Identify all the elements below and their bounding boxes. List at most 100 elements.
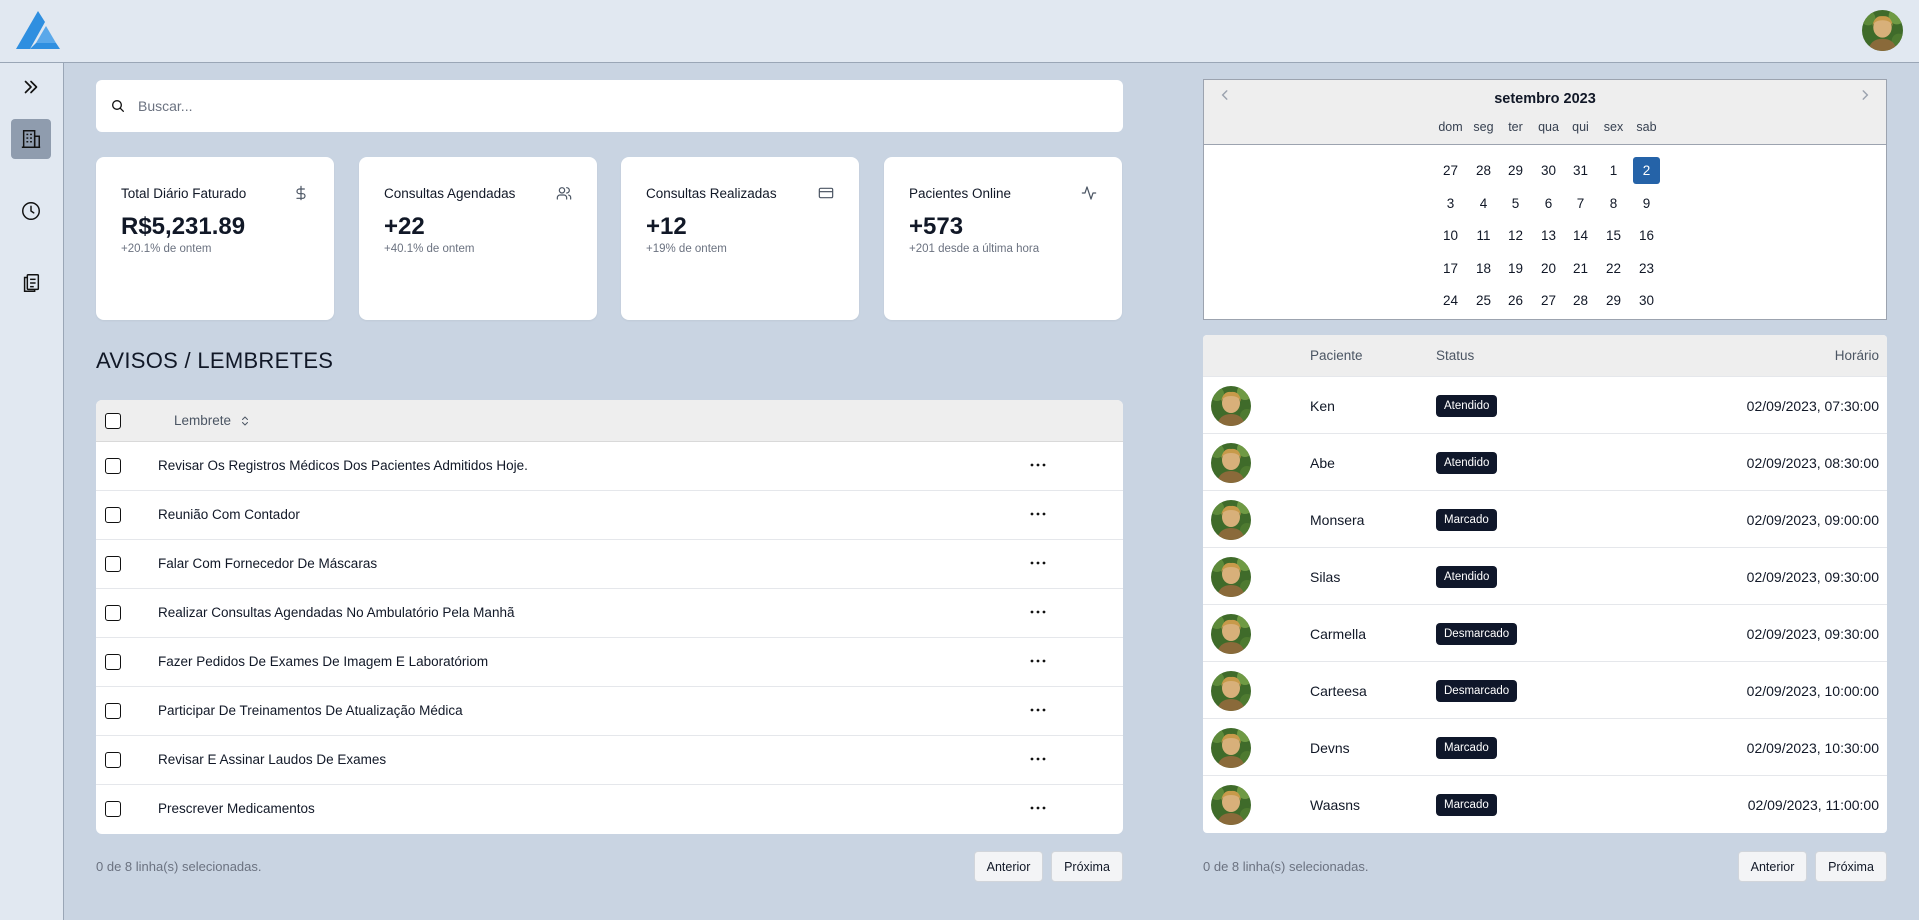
calendar-day[interactable]: 12	[1502, 222, 1529, 249]
appointment-time: 02/09/2023, 07:30:00	[1746, 398, 1879, 414]
calendar-day[interactable]: 21	[1567, 255, 1594, 282]
stat-value: +573	[909, 213, 964, 240]
chevron-right-icon[interactable]	[1858, 88, 1872, 102]
table-row: Revisar E Assinar Laudos De Exames	[96, 736, 1123, 785]
calendar-day[interactable]: 18	[1470, 255, 1497, 282]
reminder-text: Reunião Com Contador	[158, 507, 300, 522]
calendar-day[interactable]: 25	[1470, 287, 1497, 314]
avatar	[1211, 557, 1251, 597]
row-checkbox[interactable]	[105, 752, 121, 768]
calendar-day[interactable]: 14	[1567, 222, 1594, 249]
row-checkbox[interactable]	[105, 703, 121, 719]
selection-count: 0 de 8 linha(s) selecionadas.	[96, 859, 262, 874]
next-page-button[interactable]: Próxima	[1815, 851, 1887, 882]
credit-card-icon	[818, 187, 834, 199]
calendar-day[interactable]: 26	[1502, 287, 1529, 314]
calendar-day[interactable]: 13	[1535, 222, 1562, 249]
calendar-day[interactable]: 24	[1437, 287, 1464, 314]
calendar-day[interactable]: 9	[1633, 190, 1660, 217]
reminder-text: Revisar Os Registros Médicos Dos Pacient…	[158, 458, 528, 473]
users-icon	[556, 187, 572, 200]
row-actions-button[interactable]	[1028, 798, 1048, 818]
calendar-day[interactable]: 29	[1600, 287, 1627, 314]
calendar-day[interactable]: 30	[1535, 157, 1562, 184]
calendar-day[interactable]: 28	[1470, 157, 1497, 184]
row-checkbox[interactable]	[105, 556, 121, 572]
calendar-day[interactable]: 28	[1567, 287, 1594, 314]
calendar-day[interactable]: 30	[1633, 287, 1660, 314]
row-actions-button[interactable]	[1028, 553, 1048, 573]
appointment-time: 02/09/2023, 09:30:00	[1746, 626, 1879, 642]
table-row[interactable]: Devns Marcado 02/09/2023, 10:30:00	[1203, 719, 1887, 776]
table-row[interactable]: Ken Atendido 02/09/2023, 07:30:00	[1203, 377, 1887, 434]
table-row[interactable]: Monsera Marcado 02/09/2023, 09:00:00	[1203, 491, 1887, 548]
sidebar-item-records[interactable]	[11, 263, 51, 303]
status-badge: Atendido	[1436, 395, 1498, 417]
appointment-time: 02/09/2023, 11:00:00	[1747, 797, 1879, 813]
calendar-day[interactable]: 10	[1437, 222, 1464, 249]
stat-card-revenue: Total Diário Faturado R$5,231.89 +20.1% …	[96, 157, 334, 320]
calendar-day[interactable]: 11	[1470, 222, 1497, 249]
weekday-label: qui	[1572, 120, 1589, 134]
calendar-day[interactable]: 8	[1600, 190, 1627, 217]
search-input[interactable]	[138, 98, 1101, 114]
calendar-day[interactable]: 7	[1567, 190, 1594, 217]
row-checkbox[interactable]	[105, 605, 121, 621]
stat-change: +19% de ontem	[646, 243, 727, 255]
calendar-day[interactable]: 23	[1633, 255, 1660, 282]
sidebar-item-history[interactable]	[11, 191, 51, 231]
user-avatar[interactable]	[1862, 10, 1903, 51]
calendar-day[interactable]: 5	[1502, 190, 1529, 217]
sort-reminder-button[interactable]: Lembrete	[174, 413, 251, 428]
calendar-day[interactable]: 22	[1600, 255, 1627, 282]
stat-change: +201 desde a última hora	[909, 243, 1040, 255]
table-row[interactable]: Abe Atendido 02/09/2023, 08:30:00	[1203, 434, 1887, 491]
row-actions-button[interactable]	[1028, 504, 1048, 524]
calendar-day[interactable]: 19	[1502, 255, 1529, 282]
calendar-day[interactable]: 27	[1437, 157, 1464, 184]
weekday-label: seg	[1473, 120, 1494, 134]
row-actions-button[interactable]	[1028, 455, 1048, 475]
calendar-day[interactable]: 29	[1502, 157, 1529, 184]
column-label-reminder: Lembrete	[174, 413, 232, 428]
row-actions-button[interactable]	[1028, 602, 1048, 622]
calendar-day[interactable]: 15	[1600, 222, 1627, 249]
calendar-day[interactable]: 17	[1437, 255, 1464, 282]
weekday-label: ter	[1508, 120, 1523, 134]
row-actions-button[interactable]	[1028, 651, 1048, 671]
row-checkbox[interactable]	[105, 458, 121, 474]
table-row: Revisar Os Registros Médicos Dos Pacient…	[96, 442, 1123, 491]
calendar-day[interactable]: 6	[1535, 190, 1562, 217]
row-checkbox[interactable]	[105, 507, 121, 523]
calendar-day[interactable]: 4	[1470, 190, 1497, 217]
more-horizontal-icon	[1030, 512, 1046, 516]
previous-page-button[interactable]: Anterior	[1738, 851, 1807, 882]
calendar-day[interactable]: 20	[1535, 255, 1562, 282]
calendar-day[interactable]: 2	[1633, 157, 1660, 184]
select-all-checkbox[interactable]	[105, 413, 121, 429]
calendar-day[interactable]: 27	[1535, 287, 1562, 314]
triangle-a-logo-icon[interactable]	[16, 11, 62, 51]
row-checkbox[interactable]	[105, 654, 121, 670]
table-row[interactable]: Silas Atendido 02/09/2023, 09:30:00	[1203, 548, 1887, 605]
row-actions-button[interactable]	[1028, 749, 1048, 769]
calendar-day[interactable]: 1	[1600, 157, 1627, 184]
calendar-day[interactable]: 16	[1633, 222, 1660, 249]
stat-value: R$5,231.89	[121, 213, 246, 240]
search-bar[interactable]	[96, 80, 1123, 132]
sidebar-toggle-button[interactable]	[11, 67, 51, 107]
table-row[interactable]: Carteesa Desmarcado 02/09/2023, 10:00:00	[1203, 662, 1887, 719]
row-actions-button[interactable]	[1028, 700, 1048, 720]
more-horizontal-icon	[1030, 708, 1046, 712]
table-row[interactable]: Carmella Desmarcado 02/09/2023, 09:30:00	[1203, 605, 1887, 662]
row-checkbox[interactable]	[105, 801, 121, 817]
previous-page-button[interactable]: Anterior	[974, 851, 1043, 882]
calendar-day[interactable]: 31	[1567, 157, 1594, 184]
next-page-button[interactable]: Próxima	[1051, 851, 1123, 882]
reminder-text: Realizar Consultas Agendadas No Ambulató…	[158, 605, 515, 620]
appointment-time: 02/09/2023, 09:00:00	[1746, 512, 1879, 528]
table-row[interactable]: Waasns Marcado 02/09/2023, 11:00:00	[1203, 776, 1887, 833]
stat-title: Total Diário Faturado	[121, 186, 247, 201]
calendar-day[interactable]: 3	[1437, 190, 1464, 217]
sidebar-item-dashboard[interactable]	[11, 119, 51, 159]
